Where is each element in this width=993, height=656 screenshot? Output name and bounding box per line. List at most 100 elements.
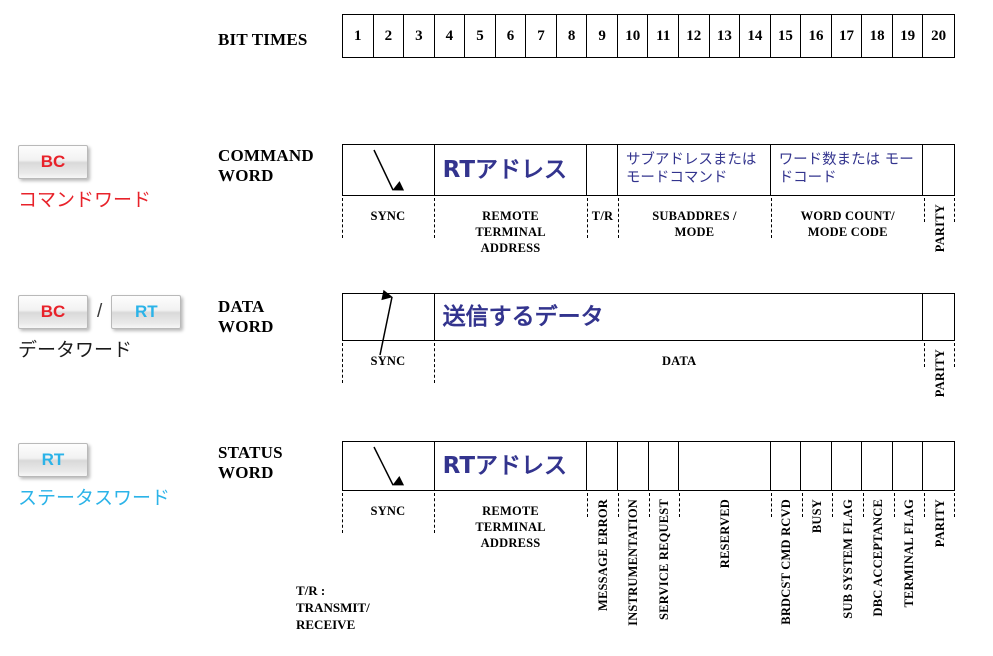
- annotation-tick: [342, 198, 343, 238]
- badge-bc[interactable]: BC: [18, 145, 88, 179]
- annotation-label: SUB SYSTEM FLAG: [840, 499, 855, 619]
- bit-time-number: 4: [445, 27, 454, 44]
- data-word-annotations: SYNC DATA PARITY: [342, 341, 955, 421]
- bit-time-cell: 11: [648, 15, 680, 57]
- bit-time-cell: 4: [435, 15, 466, 57]
- tr-footnote: T/R : TRANSMIT/ RECEIVE: [296, 583, 370, 632]
- command-word-title: COMMAND WORD: [218, 146, 314, 186]
- bit-time-cell: 20: [923, 15, 954, 57]
- bit-time-number: 3: [415, 27, 423, 44]
- command-word-field-subaddress: サブアドレスまたは モードコマンド: [618, 145, 771, 195]
- status-word-field-brdcst-cmd-rcvd: [771, 442, 802, 490]
- annotation-label: REMOTE TERMINAL ADDRESS: [475, 209, 546, 255]
- bit-time-cell: 5: [465, 15, 496, 57]
- annotation-tick: [924, 343, 926, 367]
- status-word-field-sub-system-flag: [832, 442, 863, 490]
- bit-time-number: 7: [537, 27, 545, 44]
- annotation-tick: [771, 198, 773, 238]
- annotation-tick: [924, 493, 926, 517]
- annotation-tick: [587, 493, 589, 517]
- bit-time-number: 17: [839, 27, 855, 44]
- bit-time-cell: 13: [710, 15, 741, 57]
- annotation-label: DBC ACCEPTANCE: [871, 499, 886, 617]
- annotation-tick: [954, 493, 955, 517]
- annotation-tick: [433, 493, 435, 533]
- annotation-tick: [771, 493, 773, 517]
- bit-time-number: 6: [506, 27, 515, 44]
- bit-time-cell: 16: [801, 15, 832, 57]
- annotation-label: BRDCST CMD RCVD: [779, 499, 794, 625]
- annotation-label: SYNC: [370, 504, 406, 518]
- command-word-word-count-text: ワード数または モードコード: [778, 152, 914, 186]
- command-word-badge-group: BC コマンドワード: [18, 145, 151, 212]
- annotation-label: PARITY: [932, 204, 947, 253]
- bit-time-cell: 8: [557, 15, 588, 57]
- annotation-tick: [924, 198, 926, 222]
- bit-time-number: 16: [808, 27, 824, 44]
- badge-bc[interactable]: BC: [18, 295, 88, 329]
- bit-time-number: 12: [686, 27, 702, 44]
- bit-time-cell: 12: [679, 15, 710, 57]
- annotation-label: WORD COUNT/ MODE CODE: [800, 209, 895, 239]
- annotation-tick: [433, 343, 435, 383]
- badge-rt[interactable]: RT: [111, 295, 182, 329]
- bit-time-number: 10: [625, 27, 641, 44]
- bit-time-number: 15: [777, 27, 793, 44]
- annotation-tick: [679, 493, 681, 517]
- bit-time-number: 13: [716, 27, 732, 44]
- annotation-tick: [342, 493, 343, 533]
- data-word-badge-group: BC / RT データワード: [18, 295, 182, 362]
- badge-rt[interactable]: RT: [18, 443, 88, 477]
- annotation-label: PARITY: [932, 349, 947, 398]
- annotation-tick: [617, 198, 619, 238]
- bit-time-cell: 18: [862, 15, 893, 57]
- command-word-caption: コマンドワード: [18, 190, 152, 211]
- data-word-field-data: 送信するデータ: [435, 294, 924, 340]
- status-word-badge-group: RT ステータスワード: [18, 443, 170, 510]
- bit-time-number: 9: [598, 27, 606, 44]
- bit-time-number: 11: [656, 27, 671, 44]
- status-word-field-terminal-flag: [893, 442, 924, 490]
- bit-time-number: 2: [384, 27, 393, 44]
- status-word-field-message-error: [587, 442, 618, 490]
- annotation-tick: [863, 493, 865, 517]
- annotation-label: T/R: [591, 209, 614, 223]
- annotation-label: BUSY: [810, 499, 825, 534]
- status-word-field-dbc-acceptance: [862, 442, 893, 490]
- bit-time-cell: 3: [404, 15, 435, 57]
- annotation-label: TERMINAL FLAG: [902, 499, 917, 608]
- data-word-data-text: 送信するデータ: [442, 303, 604, 330]
- annotation-tick: [342, 343, 343, 383]
- annotation-label: DATA: [661, 354, 697, 368]
- annotation-tick: [954, 198, 955, 222]
- bit-time-number: 14: [747, 27, 763, 44]
- command-word-annotations: SYNC REMOTE TERMINAL ADDRESS T/R SUBADDRES …: [342, 196, 955, 286]
- data-word-title: DATA WORD: [218, 297, 274, 337]
- annotation-label: PARITY: [932, 499, 947, 548]
- command-word-field-word-count: ワード数または モードコード: [771, 145, 924, 195]
- status-word-title: STATUS WORD: [218, 443, 283, 483]
- status-word-field-instrumentation: [618, 442, 649, 490]
- bit-times-label: BIT TIMES: [218, 30, 308, 49]
- annotation-label: SERVICE REQUEST: [656, 499, 671, 620]
- bit-time-cell: 14: [740, 15, 771, 57]
- command-word-field-tr: [587, 145, 618, 195]
- badge-separator: /: [97, 301, 103, 322]
- status-word-field-service-request: [649, 442, 680, 490]
- bit-time-cell: 10: [618, 15, 649, 57]
- annotation-tick: [433, 198, 435, 238]
- annotation-label: SYNC: [370, 354, 406, 368]
- command-word-field-parity: [923, 145, 954, 195]
- status-word-field-reserved: [679, 442, 771, 490]
- status-word-caption: ステータスワード: [18, 488, 171, 509]
- bit-time-number: 18: [869, 27, 885, 44]
- bit-time-number: 5: [476, 27, 484, 44]
- bit-time-number: 19: [900, 27, 916, 44]
- data-word-caption: データワード: [18, 340, 133, 361]
- annotation-label: MESSAGE ERROR: [595, 499, 610, 611]
- bit-time-cell: 6: [496, 15, 527, 57]
- bit-time-cell: 17: [832, 15, 863, 57]
- annotation-tick: [587, 198, 589, 238]
- status-word-field-busy: [801, 442, 832, 490]
- bit-time-cell: 15: [771, 15, 802, 57]
